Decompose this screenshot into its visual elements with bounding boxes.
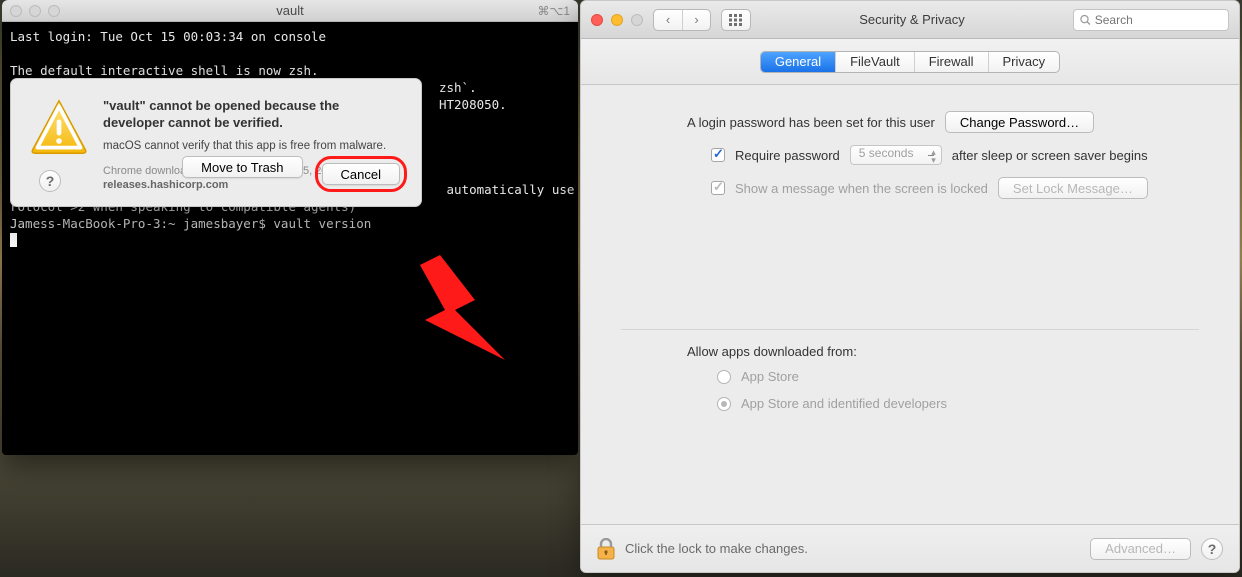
sp-traffic-lights — [591, 14, 643, 26]
zoom-icon[interactable] — [48, 5, 60, 17]
lock-icon[interactable] — [597, 538, 615, 560]
alert-headline: "vault" cannot be opened because the dev… — [103, 97, 403, 131]
terminal-line-tail: HT208050. — [439, 97, 507, 112]
minimize-icon[interactable] — [29, 5, 41, 17]
terminal-line: Last login: Tue Oct 15 00:03:34 on conso… — [10, 29, 326, 44]
allow-apps-heading: Allow apps downloaded from: — [621, 344, 1199, 359]
sp-toolbar: ‹ › Security & Privacy — [581, 1, 1239, 39]
stepper-icon: ▴▾ — [931, 148, 936, 164]
alert-buttons: Move to Trash Cancel — [182, 156, 407, 192]
search-field-wrap[interactable] — [1073, 9, 1229, 31]
sp-tabstrip: General FileVault Firewall Privacy — [760, 51, 1060, 73]
show-all-button[interactable] — [721, 9, 751, 31]
close-icon[interactable] — [591, 14, 603, 26]
move-to-trash-button[interactable]: Move to Trash — [182, 156, 302, 178]
delay-value: 5 seconds — [859, 146, 914, 160]
sp-title: Security & Privacy — [761, 12, 1063, 27]
terminal-command: vault version — [273, 216, 371, 231]
after-label: after sleep or screen saver begins — [952, 148, 1148, 163]
terminal-window: vault ⌘⌥1 Last login: Tue Oct 15 00:03:3… — [2, 0, 578, 455]
search-input[interactable] — [1095, 13, 1222, 27]
radio-appstore-row: App Store — [621, 369, 1199, 384]
require-password-checkbox[interactable] — [711, 148, 725, 162]
warning-icon — [29, 97, 89, 157]
terminal-line-tail: zsh`. — [439, 80, 477, 95]
sp-footer: Click the lock to make changes. Advanced… — [581, 524, 1239, 572]
cancel-button[interactable]: Cancel — [322, 163, 400, 185]
footer-right: Advanced… ? — [1090, 538, 1223, 560]
terminal-prompt: Jamess-MacBook-Pro-3:~ jamesbayer$ — [10, 216, 273, 231]
cursor-icon — [10, 233, 17, 247]
alert-subtext: macOS cannot verify that this app is fre… — [103, 139, 403, 154]
advanced-button: Advanced… — [1090, 538, 1191, 560]
close-icon[interactable] — [10, 5, 22, 17]
tab-general[interactable]: General — [761, 52, 835, 72]
radio-identified-developers — [717, 397, 731, 411]
search-icon — [1080, 14, 1091, 26]
tab-privacy[interactable]: Privacy — [988, 52, 1060, 72]
back-button[interactable]: ‹ — [654, 10, 682, 30]
terminal-shortcut: ⌘⌥1 — [537, 4, 570, 18]
help-button[interactable]: ? — [39, 170, 61, 192]
help-button[interactable]: ? — [1201, 538, 1223, 560]
divider — [621, 329, 1199, 330]
gatekeeper-alert: "vault" cannot be opened because the dev… — [10, 78, 422, 207]
tab-filevault[interactable]: FileVault — [835, 52, 914, 72]
sp-tabstrip-wrap: General FileVault Firewall Privacy — [581, 39, 1239, 85]
show-lock-message-label: Show a message when the screen is locked — [735, 181, 988, 196]
radio-identified-developers-label: App Store and identified developers — [741, 396, 947, 411]
radio-app-store-label: App Store — [741, 369, 799, 384]
terminal-title: vault — [2, 3, 578, 18]
login-password-row: A login password has been set for this u… — [621, 111, 1199, 133]
set-lock-message-button: Set Lock Message… — [998, 177, 1148, 199]
system-preferences-window: ‹ › Security & Privacy General FileVa — [580, 0, 1240, 573]
show-lock-message-checkbox — [711, 181, 725, 195]
delay-dropdown[interactable]: 5 seconds ▴▾ — [850, 145, 942, 165]
chevron-right-icon: › — [694, 12, 698, 27]
require-password-row: Require password 5 seconds ▴▾ after slee… — [621, 145, 1199, 165]
forward-button[interactable]: › — [682, 10, 710, 30]
require-password-label: Require password — [735, 148, 840, 163]
sp-body: A login password has been set for this u… — [581, 85, 1239, 411]
terminal-line: The default interactive shell is now zsh… — [10, 63, 319, 78]
terminal-line-tail: automatically use p — [439, 182, 578, 197]
radio-identified-row: App Store and identified developers — [621, 396, 1199, 411]
lock-message-row: Show a message when the screen is locked… — [621, 177, 1199, 199]
terminal-traffic-lights — [10, 5, 60, 17]
annotation-highlight-ring: Cancel — [315, 156, 407, 192]
login-password-label: A login password has been set for this u… — [687, 115, 935, 130]
tab-firewall[interactable]: Firewall — [914, 52, 988, 72]
zoom-icon[interactable] — [631, 14, 643, 26]
lock-text: Click the lock to make changes. — [625, 541, 808, 556]
change-password-button[interactable]: Change Password… — [945, 111, 1094, 133]
radio-app-store — [717, 370, 731, 384]
minimize-icon[interactable] — [611, 14, 623, 26]
grid-icon — [729, 14, 743, 26]
terminal-titlebar: vault ⌘⌥1 — [2, 0, 578, 22]
nav-back-forward: ‹ › — [653, 9, 711, 31]
chevron-left-icon: ‹ — [666, 12, 670, 27]
